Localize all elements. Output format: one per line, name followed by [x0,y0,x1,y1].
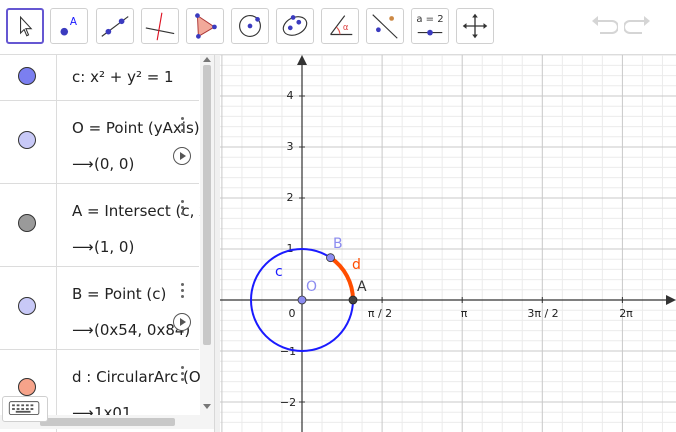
ellipse-tool-button[interactable] [276,8,314,44]
move-view-tool-button[interactable] [456,8,494,44]
visibility-toggle[interactable] [0,184,57,266]
visibility-toggle[interactable] [0,267,57,349]
keyboard-icon [8,401,40,415]
label-c[interactable]: c [275,264,283,280]
angle-tool-button[interactable]: α [321,8,359,44]
y-tick-label: 4 [287,89,294,102]
value-row: ⟶(1, 0) [72,238,135,256]
svg-text:α: α [343,23,349,33]
more-options-icon[interactable] [180,366,186,384]
play-icon[interactable] [173,313,191,331]
y-axis-arrow [297,55,307,65]
label-A[interactable]: A [357,279,367,295]
x-tick-label: π [461,307,468,320]
perpendicular-tool-button[interactable] [141,8,179,44]
cursor-arrow-icon [20,15,33,37]
marble-icon [18,297,36,315]
marble-icon [18,214,36,232]
reflect-tool-button[interactable] [366,8,404,44]
marble-icon [18,67,36,85]
label-d[interactable]: d [352,257,361,273]
algebra-item-O[interactable]: O = Point (yAxis) ⟶(0, 0) [0,101,200,184]
circle-center-tool-button[interactable] [231,8,269,44]
y-tick-label: 3 [287,140,294,153]
line-icon [101,16,129,37]
x-tick-label: 3π / 2 [527,307,558,320]
label-B[interactable]: B [333,236,343,252]
algebra-item-B[interactable]: B = Point (c) ⟶(0x54, 0x84) [0,267,199,350]
keyboard-toggle-button[interactable] [2,396,48,422]
y-tick-label: 1 [287,242,294,255]
move-tool-button[interactable] [6,8,44,44]
point-A[interactable] [348,295,358,305]
slider-tool-button[interactable]: a = 2 [411,8,449,44]
visibility-toggle[interactable] [0,101,57,183]
more-options-icon[interactable] [180,200,186,218]
move-graphics-view-icon [462,13,488,39]
visibility-toggle[interactable] [0,55,57,100]
algebra-item-c[interactable]: c: x² + y² = 1 [0,55,199,101]
svg-text:A: A [70,16,78,28]
x-tick-label: π / 2 [368,307,392,320]
scroll-down-icon[interactable] [203,404,211,409]
algebra-view: c: x² + y² = 1 O = Point (yAxis) ⟶(0, 0)… [0,55,214,432]
y-tick-label: 2 [287,191,294,204]
algebra-vertical-scrollbar[interactable] [200,55,214,415]
scroll-up-icon[interactable] [203,57,211,62]
circle-center-point-icon [239,15,261,37]
algebra-item-A[interactable]: A = Intersect (c, xAxis) ⟶(1, 0) [0,184,200,267]
point-icon: A [60,16,78,36]
point-tool-button[interactable]: A [50,8,88,44]
marble-icon [18,131,36,149]
angle-icon: α [330,15,353,36]
label-O[interactable]: O [306,279,317,295]
line-tool-button[interactable] [96,8,134,44]
more-options-icon[interactable] [180,117,186,135]
graphics-view[interactable]: π / 2 π 3π / 2 2π 1 2 3 4 −1 −2 0 c d B … [220,55,676,432]
redo-icon [623,16,650,34]
ellipse-icon [282,15,308,36]
toolbar: A α a = 2 [0,0,676,55]
y-tick-label: −2 [280,396,296,409]
x-tick-label: 2π [619,307,633,320]
scrollbar-thumb[interactable] [40,418,175,426]
origin-label: 0 [289,307,296,320]
polygon-icon [195,13,217,39]
reflect-line-icon [372,14,398,39]
undo-icon [592,16,619,34]
point-B[interactable] [326,253,335,263]
graphics-canvas[interactable]: π / 2 π 3π / 2 2π 1 2 3 4 −1 −2 0 c d B … [220,55,676,432]
more-options-icon[interactable] [180,283,186,301]
point-O[interactable] [297,295,307,305]
marble-icon [18,378,36,396]
scrollbar-thumb[interactable] [203,65,211,345]
definition-text: c: x² + y² = 1 [72,68,174,86]
play-icon[interactable] [173,147,191,165]
polygon-tool-button[interactable] [186,8,224,44]
undo-button[interactable] [588,12,619,40]
x-axis-arrow [666,295,676,305]
slider-icon [417,29,443,36]
redo-button[interactable] [623,12,654,40]
perpendicular-line-icon [145,12,175,41]
